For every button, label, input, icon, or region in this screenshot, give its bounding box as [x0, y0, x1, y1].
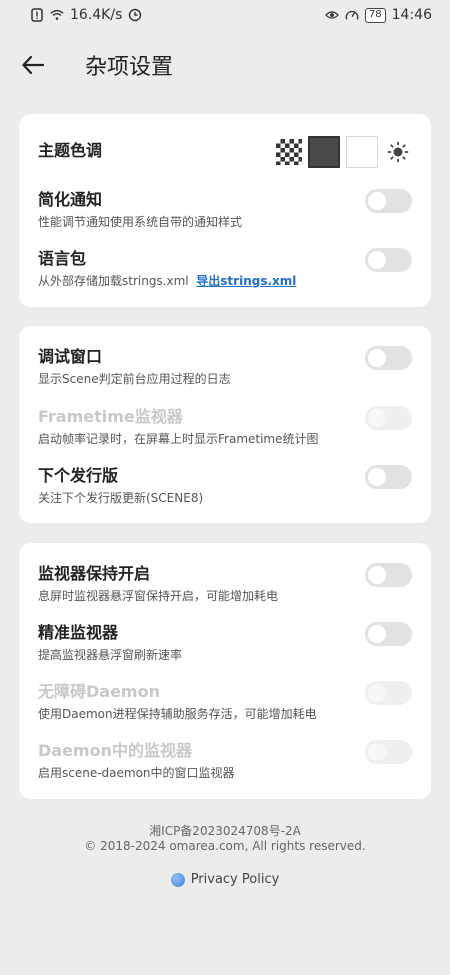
keep-monitor-row[interactable]: 监视器保持开启 息屏时监视器悬浮窗保持开启，可能增加耗电 — [38, 563, 412, 605]
daemon-monitor-desc: 启用scene-daemon中的窗口监视器 — [38, 766, 235, 780]
next-release-toggle[interactable] — [365, 465, 412, 489]
simplify-notify-title: 简化通知 — [38, 190, 103, 209]
keep-monitor-desc: 息屏时监视器悬浮窗保持开启，可能增加耗电 — [38, 589, 279, 603]
battery-indicator: 78 — [364, 7, 386, 23]
debug-window-toggle[interactable] — [365, 346, 412, 370]
simplify-notify-desc: 性能调节通知使用系统自带的通知样式 — [38, 215, 243, 229]
footer-copyright: © 2018-2024 omarea.com, All rights reser… — [84, 839, 366, 853]
clock-icon — [128, 8, 142, 22]
frametime-title: Frametime监视器 — [38, 407, 183, 426]
theme-transparent-swatch[interactable] — [276, 139, 302, 165]
wifi-icon — [50, 8, 64, 22]
precise-monitor-title: 精准监视器 — [38, 623, 119, 642]
debug-window-title: 调试窗口 — [38, 347, 103, 366]
settings-card-debug: 调试窗口 显示Scene判定前台应用过程的日志 Frametime监视器 启动帧… — [19, 326, 431, 523]
sim-alert-icon — [30, 8, 44, 22]
next-release-desc: 关注下个发行版更新(SCENE8) — [38, 491, 204, 505]
simplify-notify-row[interactable]: 简化通知 性能调节通知使用系统自带的通知样式 — [38, 189, 412, 231]
status-bar: 16.4K/s 78 14:46 — [0, 0, 450, 30]
next-release-title: 下个发行版 — [38, 466, 119, 485]
frametime-toggle — [365, 406, 412, 430]
privacy-policy-link[interactable]: Privacy Policy — [0, 872, 450, 887]
page-title: 杂项设置 — [85, 55, 174, 80]
accessibility-daemon-row: 无障碍Daemon 使用Daemon进程保持辅助服务存活，可能增加耗电 — [38, 681, 412, 723]
eye-icon — [324, 8, 339, 22]
keep-monitor-title: 监视器保持开启 — [38, 564, 151, 583]
status-time: 14:46 — [391, 7, 432, 23]
daemon-monitor-title: Daemon中的监视器 — [38, 741, 192, 760]
frametime-desc: 启动帧率记录时，在屏幕上时显示Frametime统计图 — [38, 432, 319, 446]
arrow-left-icon — [22, 56, 44, 74]
export-strings-link[interactable]: 导出strings.xml — [196, 274, 296, 288]
keep-monitor-toggle[interactable] — [365, 563, 412, 587]
sun-icon[interactable] — [384, 138, 412, 166]
network-speed: 16.4K/s — [70, 7, 123, 23]
frametime-row: Frametime监视器 启动帧率记录时，在屏幕上时显示Frametime统计图 — [38, 406, 412, 448]
language-pack-desc: 从外部存储加载strings.xml 导出strings.xml — [38, 272, 412, 290]
app-header: 杂项设置 — [0, 38, 450, 90]
theme-light-swatch[interactable] — [346, 136, 378, 168]
debug-window-row[interactable]: 调试窗口 显示Scene判定前台应用过程的日志 — [38, 346, 412, 388]
daemon-monitor-toggle — [365, 740, 412, 764]
debug-window-desc: 显示Scene判定前台应用过程的日志 — [38, 372, 231, 386]
next-release-row[interactable]: 下个发行版 关注下个发行版更新(SCENE8) — [38, 465, 412, 507]
footer-icp: 湘ICP备2023024708号-2A — [149, 824, 301, 838]
globe-icon — [170, 872, 185, 887]
theme-row: 主题色调 — [38, 136, 412, 168]
daemon-monitor-row: Daemon中的监视器 启用scene-daemon中的窗口监视器 — [38, 740, 412, 782]
language-pack-toggle[interactable] — [365, 248, 412, 272]
precise-monitor-toggle[interactable] — [365, 622, 412, 646]
settings-card-monitor: 监视器保持开启 息屏时监视器悬浮窗保持开启，可能增加耗电 精准监视器 提高监视器… — [19, 543, 431, 799]
privacy-policy-label: Privacy Policy — [190, 872, 280, 887]
settings-card-general: 主题色调 简化通知 性能调节通知使用系统自带的通知样式 语言包 从外部存储加载s… — [19, 114, 431, 307]
accessibility-daemon-title: 无障碍Daemon — [38, 682, 160, 701]
precise-monitor-row[interactable]: 精准监视器 提高监视器悬浮窗刷新速率 — [38, 622, 412, 664]
theme-dark-swatch[interactable] — [308, 136, 340, 168]
theme-options — [276, 136, 412, 168]
speedometer-icon — [345, 8, 359, 22]
language-pack-row[interactable]: 语言包 从外部存储加载strings.xml 导出strings.xml — [38, 248, 412, 290]
language-pack-title: 语言包 — [38, 249, 87, 268]
precise-monitor-desc: 提高监视器悬浮窗刷新速率 — [38, 648, 183, 662]
language-pack-desc-text: 从外部存储加载strings.xml — [38, 274, 189, 288]
accessibility-daemon-toggle — [365, 681, 412, 705]
accessibility-daemon-desc: 使用Daemon进程保持辅助服务存活，可能增加耗电 — [38, 707, 317, 721]
simplify-notify-toggle[interactable] — [365, 189, 412, 213]
back-button[interactable] — [18, 50, 48, 80]
